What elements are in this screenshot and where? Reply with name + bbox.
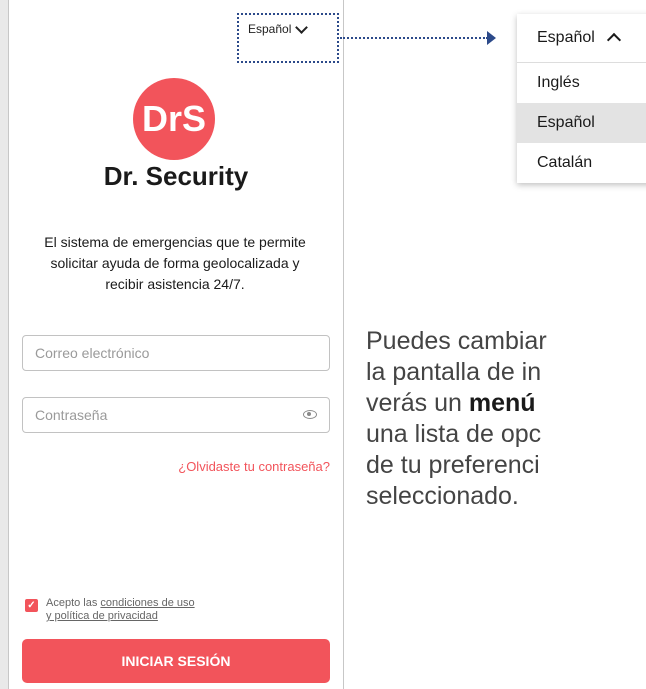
terms-conditions-link[interactable]: condiciones de uso — [100, 597, 194, 609]
tagline: El sistema de emergencias que te permite… — [44, 234, 306, 292]
email-field[interactable]: Correo electrónico — [22, 335, 330, 371]
terms-checkbox[interactable]: ✓ — [25, 599, 38, 612]
left-background-strip — [0, 0, 8, 689]
callout-connector-line — [340, 37, 488, 39]
language-option-ingles[interactable]: Inglés — [517, 63, 646, 103]
description-line-2: la pantalla de in — [366, 358, 542, 386]
language-option-catalan[interactable]: Catalán — [517, 143, 646, 183]
login-button[interactable]: INICIAR SESIÓN — [22, 639, 330, 683]
eye-icon[interactable] — [303, 410, 317, 419]
email-placeholder: Correo electrónico — [35, 345, 150, 361]
language-dropdown-header[interactable]: Español — [517, 14, 646, 63]
description-line-3: verás un menú — [366, 388, 646, 419]
description-line-1: Puedes cambiar — [366, 327, 547, 355]
terms-prefix: Acepto las — [46, 597, 101, 609]
description-line-6: seleccionado. — [366, 482, 519, 510]
arrow-right-icon — [487, 31, 496, 45]
terms-privacy-link[interactable]: y política de privacidad — [46, 610, 158, 622]
password-field[interactable]: Contraseña — [22, 397, 330, 433]
language-dropdown-menu: Español Inglés Español Catalán — [517, 14, 646, 183]
description-line-3-prefix: verás un — [366, 389, 469, 417]
description-text: Puedes cambiar la pantalla de in verás u… — [366, 326, 646, 512]
language-dropdown-current: Español — [537, 29, 595, 46]
terms-consent: ✓ Acepto las condiciones de uso y políti… — [25, 597, 195, 623]
forgot-password-link[interactable]: ¿Olvidaste tu contraseña? — [178, 459, 330, 474]
chevron-up-icon — [606, 32, 621, 48]
logo: DrS — [133, 78, 215, 160]
callout-highlight-box — [237, 13, 339, 63]
terms-text: Acepto las condiciones de uso y política… — [46, 597, 195, 623]
description-line-5: de tu preferenci — [366, 451, 540, 479]
description-menu-word: menú — [468, 389, 536, 417]
description-line-4: una lista de opc — [366, 420, 542, 448]
password-placeholder: Contraseña — [35, 407, 108, 423]
language-option-espanol[interactable]: Español — [517, 103, 646, 143]
brand-name: Dr. Security — [103, 161, 249, 191]
